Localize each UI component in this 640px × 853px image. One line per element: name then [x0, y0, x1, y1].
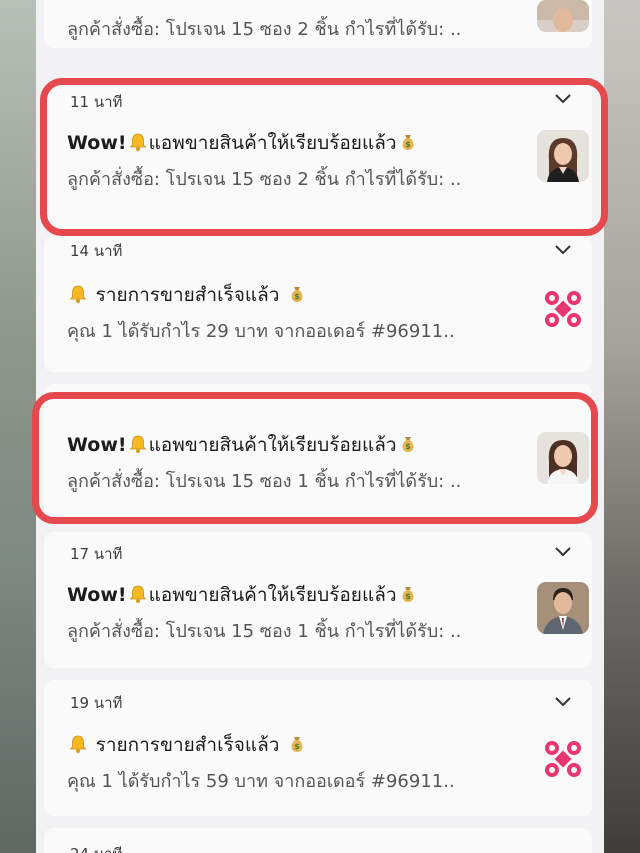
avatar-man-icon — [537, 0, 589, 32]
notification-body: ลูกค้าสั่งซื้อ: โปรเจน 15 ซอง 1 ชิ้น กำไ… — [67, 621, 462, 642]
avatar-woman-icon — [537, 130, 589, 182]
money-bag-icon: $ — [402, 135, 413, 150]
money-bag-icon: $ — [402, 437, 413, 452]
notification-card[interactable]: 11 นาที Wow! แอพขายสินค้าให้เรียบร้อยแล้ว… — [44, 80, 592, 230]
notification-title: Wow! แอพขายสินค้าให้เรียบร้อยแล้ว $ — [67, 430, 419, 460]
avatar-woman-icon — [537, 432, 589, 484]
money-bag-icon: $ — [402, 587, 413, 602]
notification-body: ลูกค้าสั่งซื้อ: โปรเจน 15 ซอง 2 ชิ้น กำไ… — [67, 19, 462, 40]
notification-time: 17 นาที — [70, 545, 123, 563]
chevron-down-icon[interactable] — [554, 244, 572, 256]
notification-card[interactable]: 17 นาที Wow! แอพขายสินค้าให้เรียบร้อยแล้ว… — [44, 532, 592, 668]
notification-title: รายการขายสำเร็จแล้ว $ — [67, 280, 308, 310]
svg-text:$: $ — [405, 592, 411, 601]
title-text: แอพขายสินค้าให้เรียบร้อยแล้ว — [148, 132, 397, 154]
notification-card[interactable]: 19 นาที รายการขายสำเร็จแล้ว $ คุณ 1 ได้ร… — [44, 680, 592, 816]
avatar-man-icon — [537, 582, 589, 634]
svg-text:$: $ — [405, 140, 411, 149]
title-text: แอพขายสินค้าให้เรียบร้อยแล้ว — [148, 584, 397, 606]
chevron-down-icon[interactable] — [554, 696, 572, 708]
notification-time: 19 นาที — [70, 694, 123, 712]
notification-panel: ลูกค้าสั่งซื้อ: โปรเจน 15 ซอง 2 ชิ้น กำไ… — [36, 0, 604, 853]
chevron-down-icon[interactable] — [554, 546, 572, 558]
background-right — [600, 0, 640, 853]
bell-icon — [129, 435, 147, 453]
app-logo-icon — [545, 741, 581, 777]
bell-icon — [69, 735, 87, 753]
notification-body: ลูกค้าสั่งซื้อ: โปรเจน 15 ซอง 1 ชิ้น กำไ… — [67, 471, 462, 492]
svg-text:$: $ — [294, 742, 300, 751]
app-logo-icon — [545, 291, 581, 327]
notification-card[interactable]: 14 นาที รายการขายสำเร็จแล้ว $ คุณ 1 ได้ร… — [44, 236, 592, 372]
title-prefix: Wow! — [67, 434, 127, 456]
notification-title: Wow! แอพขายสินค้าให้เรียบร้อยแล้ว $ — [67, 128, 419, 158]
notification-body: คุณ 1 ได้รับกำไร 59 บาท จากออเดอร์ #9691… — [67, 771, 455, 792]
notification-title: Wow! แอพขายสินค้าให้เรียบร้อยแล้ว $ — [67, 580, 419, 610]
svg-text:$: $ — [405, 442, 411, 451]
notification-card[interactable]: ลูกค้าสั่งซื้อ: โปรเจน 15 ซอง 2 ชิ้น กำไ… — [44, 0, 592, 48]
notification-card[interactable]: 24 นาที — [44, 828, 592, 853]
money-bag-icon: $ — [291, 737, 303, 752]
bell-icon — [129, 133, 147, 151]
notification-title: รายการขายสำเร็จแล้ว $ — [67, 730, 308, 760]
title-text: แอพขายสินค้าให้เรียบร้อยแล้ว — [148, 434, 397, 456]
background-left — [0, 0, 36, 853]
notification-time: 14 นาที — [70, 242, 123, 260]
bell-icon — [69, 285, 87, 303]
money-bag-icon: $ — [291, 287, 303, 302]
notification-card[interactable]: Wow! แอพขายสินค้าให้เรียบร้อยแล้ว $ ลูกค้า… — [44, 384, 592, 520]
notification-body: คุณ 1 ได้รับกำไร 29 บาท จากออเดอร์ #9691… — [67, 321, 455, 342]
svg-text:$: $ — [294, 292, 300, 301]
notification-time: 24 นาที — [70, 842, 122, 853]
title-text: รายการขายสำเร็จแล้ว — [95, 284, 280, 306]
title-prefix: Wow! — [67, 584, 127, 606]
notification-body: ลูกค้าสั่งซื้อ: โปรเจน 15 ซอง 2 ชิ้น กำไ… — [67, 169, 462, 190]
title-prefix: Wow! — [67, 132, 127, 154]
bell-icon — [129, 585, 147, 603]
notification-time: 11 นาที — [70, 93, 123, 111]
title-text: รายการขายสำเร็จแล้ว — [95, 734, 280, 756]
chevron-down-icon[interactable] — [554, 93, 572, 105]
